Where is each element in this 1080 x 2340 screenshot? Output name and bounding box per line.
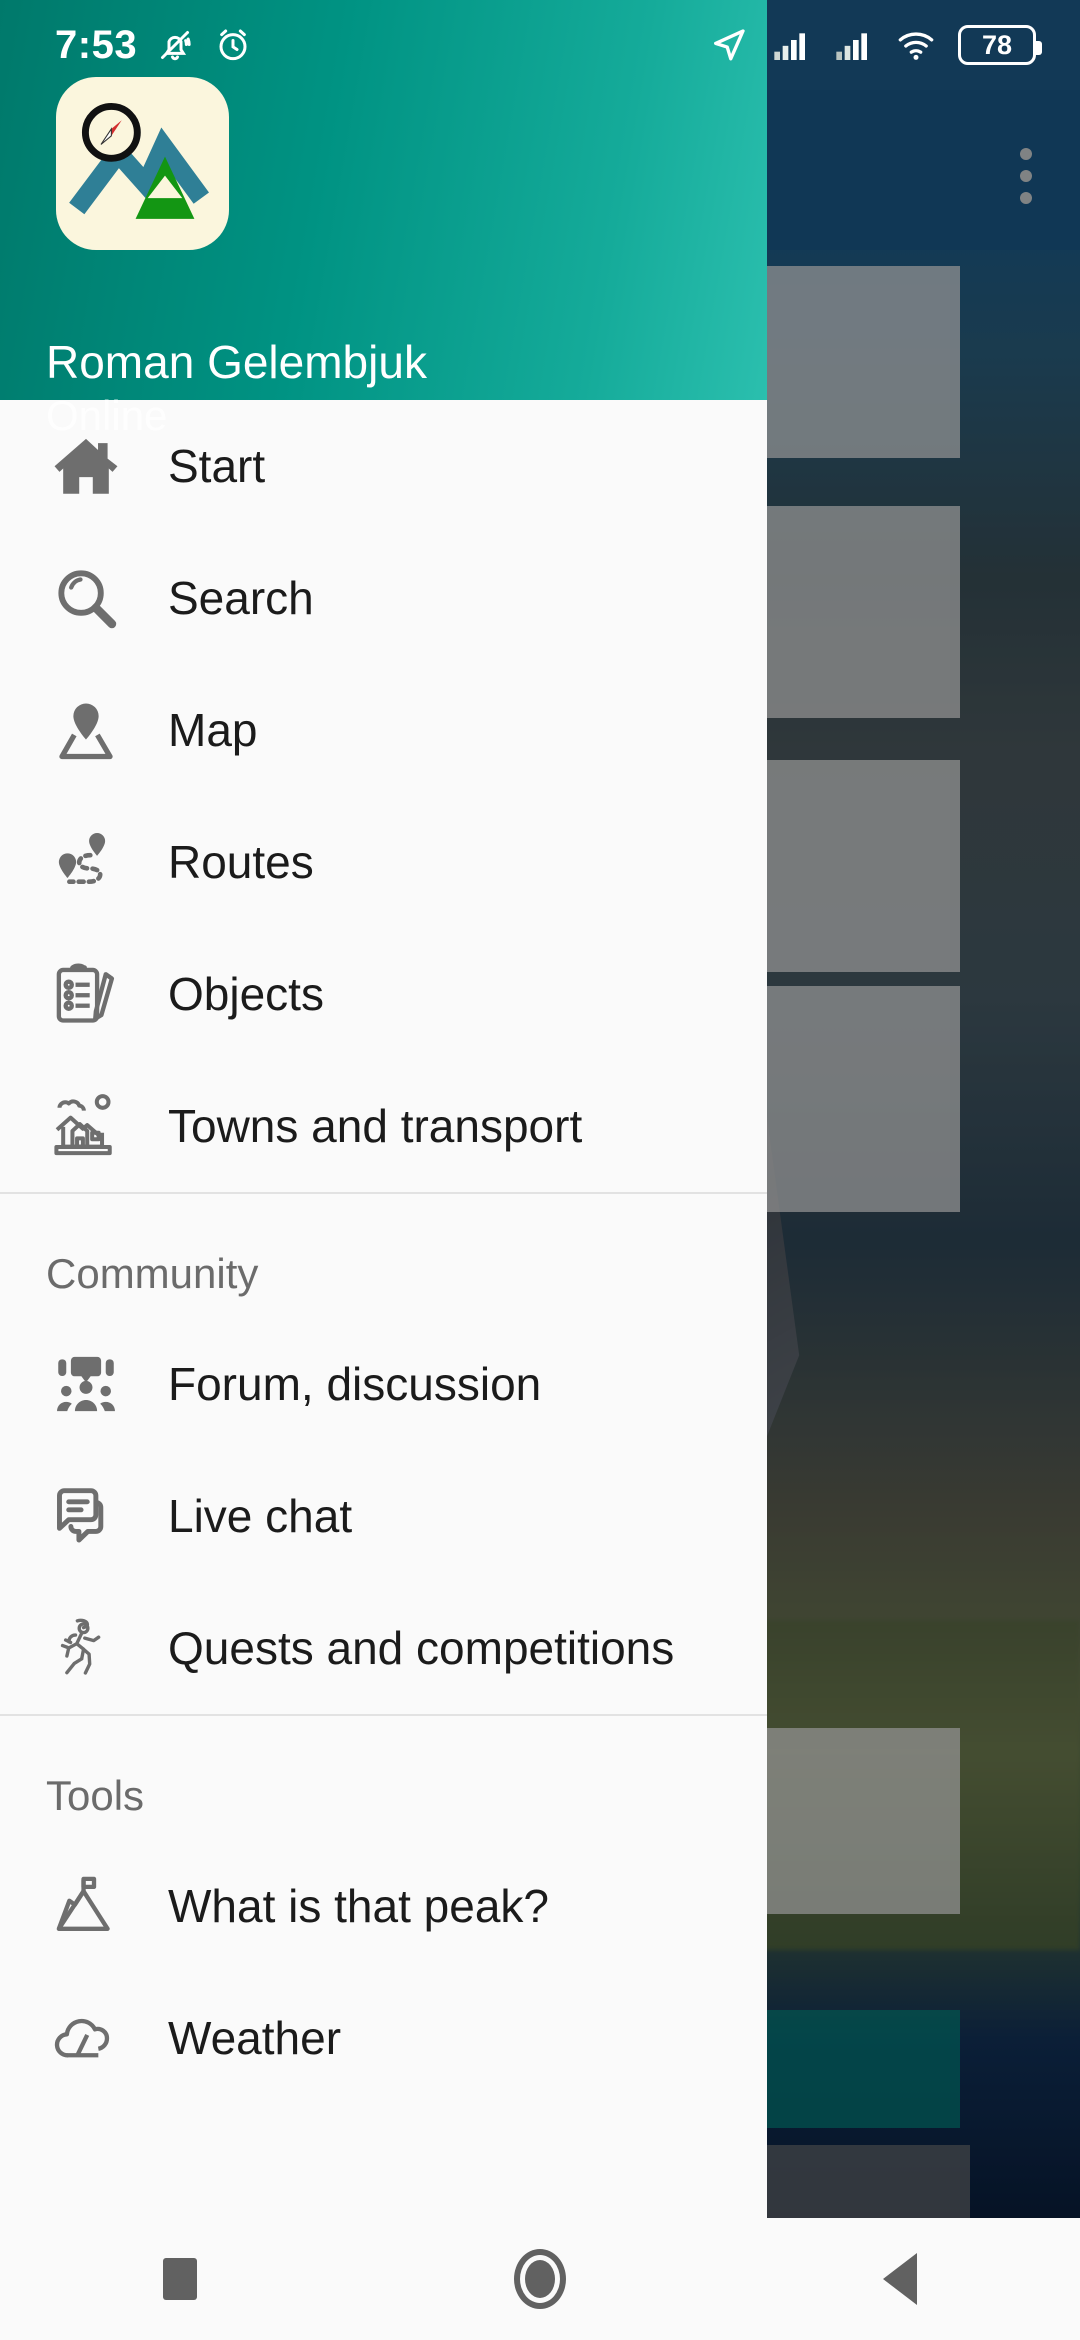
sidebar-item-live-chat[interactable]: Live chat (0, 1450, 767, 1582)
location-arrow-icon (714, 29, 745, 61)
sidebar-item-what-is-that-peak[interactable]: What is that peak? (0, 1840, 767, 1972)
village-icon (38, 1078, 134, 1174)
peak-flag-icon (38, 1858, 134, 1954)
profile-name: Roman Gelembjuk (46, 336, 427, 388)
home-icon (38, 418, 134, 514)
sidebar-item-label: Map (168, 704, 258, 756)
status-bar-right: 78 (708, 24, 1080, 66)
cloud-icon (38, 1990, 134, 2086)
sidebar-item-label: Quests and competitions (168, 1622, 675, 1674)
sidebar-item-label: Routes (168, 836, 314, 888)
section-title-community: Community (46, 1250, 259, 1297)
sidebar-item-weather[interactable]: Weather (0, 1972, 767, 2104)
sidebar-item-start[interactable]: Start (0, 400, 767, 532)
route-icon (38, 814, 134, 910)
phone-screen: ians , huts, shelters source f places d … (0, 0, 1080, 2340)
status-bar-clock: 7:53 (55, 22, 138, 67)
sidebar-item-towns-and-transport[interactable]: Towns and transport (0, 1060, 767, 1192)
signal-bars-icon (836, 33, 867, 60)
sidebar-item-label: What is that peak? (168, 1880, 549, 1932)
android-navigation-bar (0, 2218, 1080, 2340)
status-bar: 7:53 78 (0, 0, 1080, 90)
sidebar-item-label: Forum, discussion (168, 1358, 542, 1410)
sidebar-item-search[interactable]: Search (0, 532, 767, 664)
back-triangle-icon[interactable] (840, 2218, 960, 2340)
clipboard-pencil-icon (38, 946, 134, 1042)
map-pin-icon (38, 682, 134, 778)
wifi-icon (898, 32, 934, 60)
status-bar-left: 7:53 (0, 23, 253, 68)
sidebar-item-quests-and-competitions[interactable]: Quests and competitions (0, 1582, 767, 1714)
sidebar-item-label: Live chat (168, 1490, 353, 1542)
battery-icon: 78 (958, 25, 1042, 65)
alarm-icon (219, 29, 247, 61)
sidebar-item-label: Objects (168, 968, 324, 1020)
search-icon (38, 550, 134, 646)
drawer-menu: Start Search Map Routes Objects Towns an… (0, 400, 767, 2104)
group-chat-icon (38, 1336, 134, 1432)
section-title-tools: Tools (46, 1772, 145, 1819)
sidebar-item-label: Weather (168, 2012, 342, 2064)
mountain-compass-logo (56, 77, 229, 250)
navigation-drawer: Roman Gelembjuk Online Start Search Map … (0, 0, 767, 2218)
signal-bars-icon (774, 33, 805, 60)
sidebar-item-forum-discussion[interactable]: Forum, discussion (0, 1318, 767, 1450)
sidebar-item-label: Start (168, 440, 266, 492)
home-circle-icon[interactable] (480, 2218, 600, 2340)
bell-muted-icon (161, 31, 191, 61)
sidebar-item-routes[interactable]: Routes (0, 796, 767, 928)
sidebar-item-objects[interactable]: Objects (0, 928, 767, 1060)
sidebar-item-map[interactable]: Map (0, 664, 767, 796)
speech-bubbles-icon (38, 1468, 134, 1564)
sidebar-item-label: Towns and transport (168, 1100, 583, 1152)
runner-icon (38, 1600, 134, 1696)
sidebar-item-label: Search (168, 572, 314, 624)
recents-square-icon[interactable] (120, 2218, 240, 2340)
battery-percent: 78 (981, 29, 1013, 60)
